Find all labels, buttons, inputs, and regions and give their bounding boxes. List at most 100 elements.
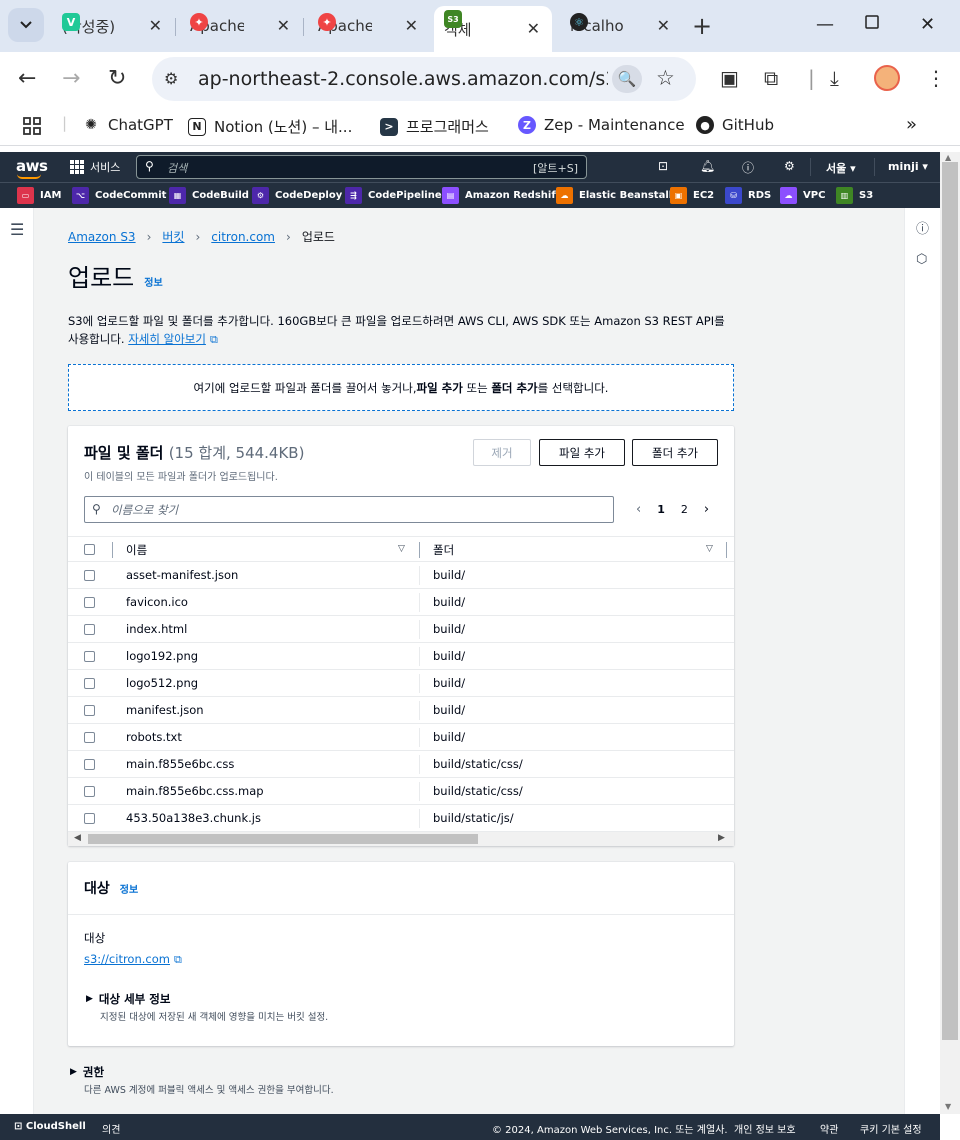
privacy-link[interactable]: 개인 정보 보호 xyxy=(734,1121,796,1136)
breadcrumb-amazon-s3[interactable]: Amazon S3 xyxy=(68,230,136,244)
row-checkbox[interactable] xyxy=(84,786,95,797)
table-horizontal-scrollbar[interactable]: ◀ ▶ xyxy=(68,832,734,846)
bookmark-programmers[interactable]: > 프로그래머스 xyxy=(380,116,489,137)
page-scrollbar[interactable]: ▲ ▼ xyxy=(940,152,960,1114)
url-text[interactable]: ap-northeast-2.console.aws.amazon.com/s3… xyxy=(198,68,608,90)
notifications-bell-icon[interactable]: 🔔︎ xyxy=(700,159,715,173)
notebook-extension-icon[interactable]: ▣ xyxy=(720,66,739,90)
row-checkbox[interactable] xyxy=(84,597,95,608)
sort-caret-down-icon[interactable]: ▽ xyxy=(706,544,713,554)
row-checkbox[interactable] xyxy=(84,624,95,635)
row-checkbox[interactable] xyxy=(84,732,95,743)
aws-search-input[interactable]: ⚲ 검색 [알트+S] xyxy=(136,155,587,179)
scroll-left-arrow-icon[interactable]: ◀ xyxy=(74,833,81,843)
reload-icon[interactable]: ↻ xyxy=(108,66,126,91)
scrollbar-thumb[interactable] xyxy=(942,162,958,1040)
region-selector[interactable]: 서울 ▾ xyxy=(826,160,856,176)
feedback-link[interactable]: 의견 xyxy=(102,1121,120,1136)
page-2[interactable]: 2 xyxy=(681,503,688,516)
column-header-name[interactable]: 이름 xyxy=(126,542,147,558)
terms-link[interactable]: 약관 xyxy=(820,1121,838,1136)
sort-caret-down-icon[interactable]: ▽ xyxy=(398,544,405,554)
info-link[interactable]: 정보 xyxy=(120,881,138,896)
tab-2[interactable]: ✦ Apache ✕ xyxy=(308,9,430,43)
breadcrumb-buckets[interactable]: 버킷 xyxy=(162,228,184,245)
table-row[interactable]: main.f855e6bc.css build/static/css/ xyxy=(68,751,734,778)
table-row[interactable]: favicon.ico build/ xyxy=(68,589,734,616)
row-checkbox[interactable] xyxy=(84,759,95,770)
add-files-button[interactable]: 파일 추가 xyxy=(539,439,625,466)
destination-bucket-link[interactable]: s3://citron.com ⧉ xyxy=(84,952,182,967)
new-tab-icon[interactable]: + xyxy=(692,12,712,40)
find-by-name-field[interactable]: ⚲ xyxy=(84,496,614,523)
column-header-folder[interactable]: 폴더 xyxy=(433,542,454,558)
close-tab-icon[interactable]: ✕ xyxy=(277,16,290,35)
maximize-icon[interactable] xyxy=(864,14,880,35)
fav-codebuild[interactable]: ▦ CodeBuild xyxy=(169,187,249,204)
table-row[interactable]: manifest.json build/ xyxy=(68,697,734,724)
zoom-icon[interactable]: 🔍 xyxy=(612,65,642,93)
help-icon[interactable]: ⓘ xyxy=(742,159,754,176)
fav-codepipeline[interactable]: ⇶ CodePipeline xyxy=(345,187,442,204)
table-row[interactable]: logo512.png build/ xyxy=(68,670,734,697)
apps-grid-icon[interactable] xyxy=(22,116,42,136)
address-bar[interactable]: ⚙ ap-northeast-2.console.aws.amazon.com/… xyxy=(152,57,696,101)
account-menu[interactable]: minji ▾ xyxy=(888,160,928,173)
bookmark-star-icon[interactable]: ☆ xyxy=(656,66,675,90)
cookie-preferences-link[interactable]: 쿠키 기본 설정 xyxy=(860,1121,922,1136)
download-icon[interactable]: ⤓ xyxy=(830,66,839,90)
row-checkbox[interactable] xyxy=(84,651,95,662)
table-row[interactable]: robots.txt build/ xyxy=(68,724,734,751)
row-checkbox[interactable] xyxy=(84,570,95,581)
back-icon[interactable]: ← xyxy=(18,66,36,91)
fav-ec2[interactable]: ▣ EC2 xyxy=(670,187,714,204)
site-info-icon[interactable]: ⚙ xyxy=(164,69,178,88)
remove-button[interactable]: 제거 xyxy=(473,439,531,466)
fav-iam[interactable]: ▭ IAM xyxy=(17,187,61,204)
fav-s3[interactable]: ▥ S3 xyxy=(836,187,873,204)
column-separator[interactable] xyxy=(726,542,727,558)
learn-more-link[interactable]: 자세히 알아보기 xyxy=(128,332,206,346)
upload-dropzone[interactable]: 여기에 업로드할 파일과 폴더를 끌어서 놓거나, 파일 추가 또는 폴더 추가… xyxy=(68,364,734,411)
breadcrumb-bucket[interactable]: citron.com xyxy=(211,230,275,244)
tab-1[interactable]: ✦ Apache ✕ xyxy=(180,9,302,43)
column-separator[interactable] xyxy=(419,542,420,558)
destination-details-expander[interactable]: ▶ 대상 세부 정보 xyxy=(86,991,170,1007)
info-link[interactable]: 정보 xyxy=(144,274,162,289)
table-row[interactable]: main.f855e6bc.css.map build/static/css/ xyxy=(68,778,734,805)
table-row[interactable]: asset-manifest.json build/ xyxy=(68,562,734,589)
fav-rds[interactable]: ⛁ RDS xyxy=(725,187,771,204)
scroll-down-arrow-icon[interactable]: ▼ xyxy=(945,1102,951,1111)
row-checkbox[interactable] xyxy=(84,705,95,716)
tab-3-active[interactable]: S3 객체 ✕ xyxy=(434,6,552,52)
info-panel-icon[interactable]: ⓘ xyxy=(916,218,929,237)
select-all-checkbox[interactable] xyxy=(84,544,95,555)
row-checkbox[interactable] xyxy=(84,813,95,824)
close-window-icon[interactable]: ✕ xyxy=(920,14,935,35)
aws-logo[interactable]: aws xyxy=(16,157,48,179)
more-bookmarks-icon[interactable]: » xyxy=(906,114,917,135)
table-row[interactable]: logo192.png build/ xyxy=(68,643,734,670)
horizontal-scrollbar-thumb[interactable] xyxy=(88,834,478,844)
add-folder-button[interactable]: 폴더 추가 xyxy=(632,439,718,466)
chevron-left-icon[interactable]: ‹ xyxy=(636,502,641,517)
bookmark-notion[interactable]: N Notion (노션) – 내... xyxy=(188,116,352,137)
minimize-icon[interactable]: — xyxy=(816,14,834,35)
forward-icon[interactable]: → xyxy=(62,66,80,91)
chevron-right-icon[interactable]: › xyxy=(704,502,709,517)
profile-avatar[interactable] xyxy=(874,65,900,91)
bookmark-zep[interactable]: Z Zep - Maintenance xyxy=(518,116,685,134)
permissions-expander[interactable]: ▶ 권한 xyxy=(70,1064,104,1080)
hamburger-menu-icon[interactable]: ☰ xyxy=(10,220,24,239)
close-tab-icon[interactable]: ✕ xyxy=(405,16,418,35)
bookmark-github[interactable]: ● GitHub xyxy=(696,116,774,134)
table-row[interactable]: index.html build/ xyxy=(68,616,734,643)
fav-redshift[interactable]: ▤ Amazon Redshift xyxy=(442,187,560,204)
table-row[interactable]: 453.50a138e3.chunk.js build/static/js/ xyxy=(68,805,734,832)
scroll-right-arrow-icon[interactable]: ▶ xyxy=(718,833,725,843)
fav-codedeploy[interactable]: ⚙ CodeDeploy xyxy=(252,187,342,204)
menu-kebab-icon[interactable]: ⋮ xyxy=(926,66,946,90)
cloudshell-link[interactable]: ⊡ CloudShell xyxy=(14,1121,86,1132)
cloudshell-icon[interactable]: ⊡ xyxy=(658,159,668,173)
page-1[interactable]: 1 xyxy=(657,503,665,516)
